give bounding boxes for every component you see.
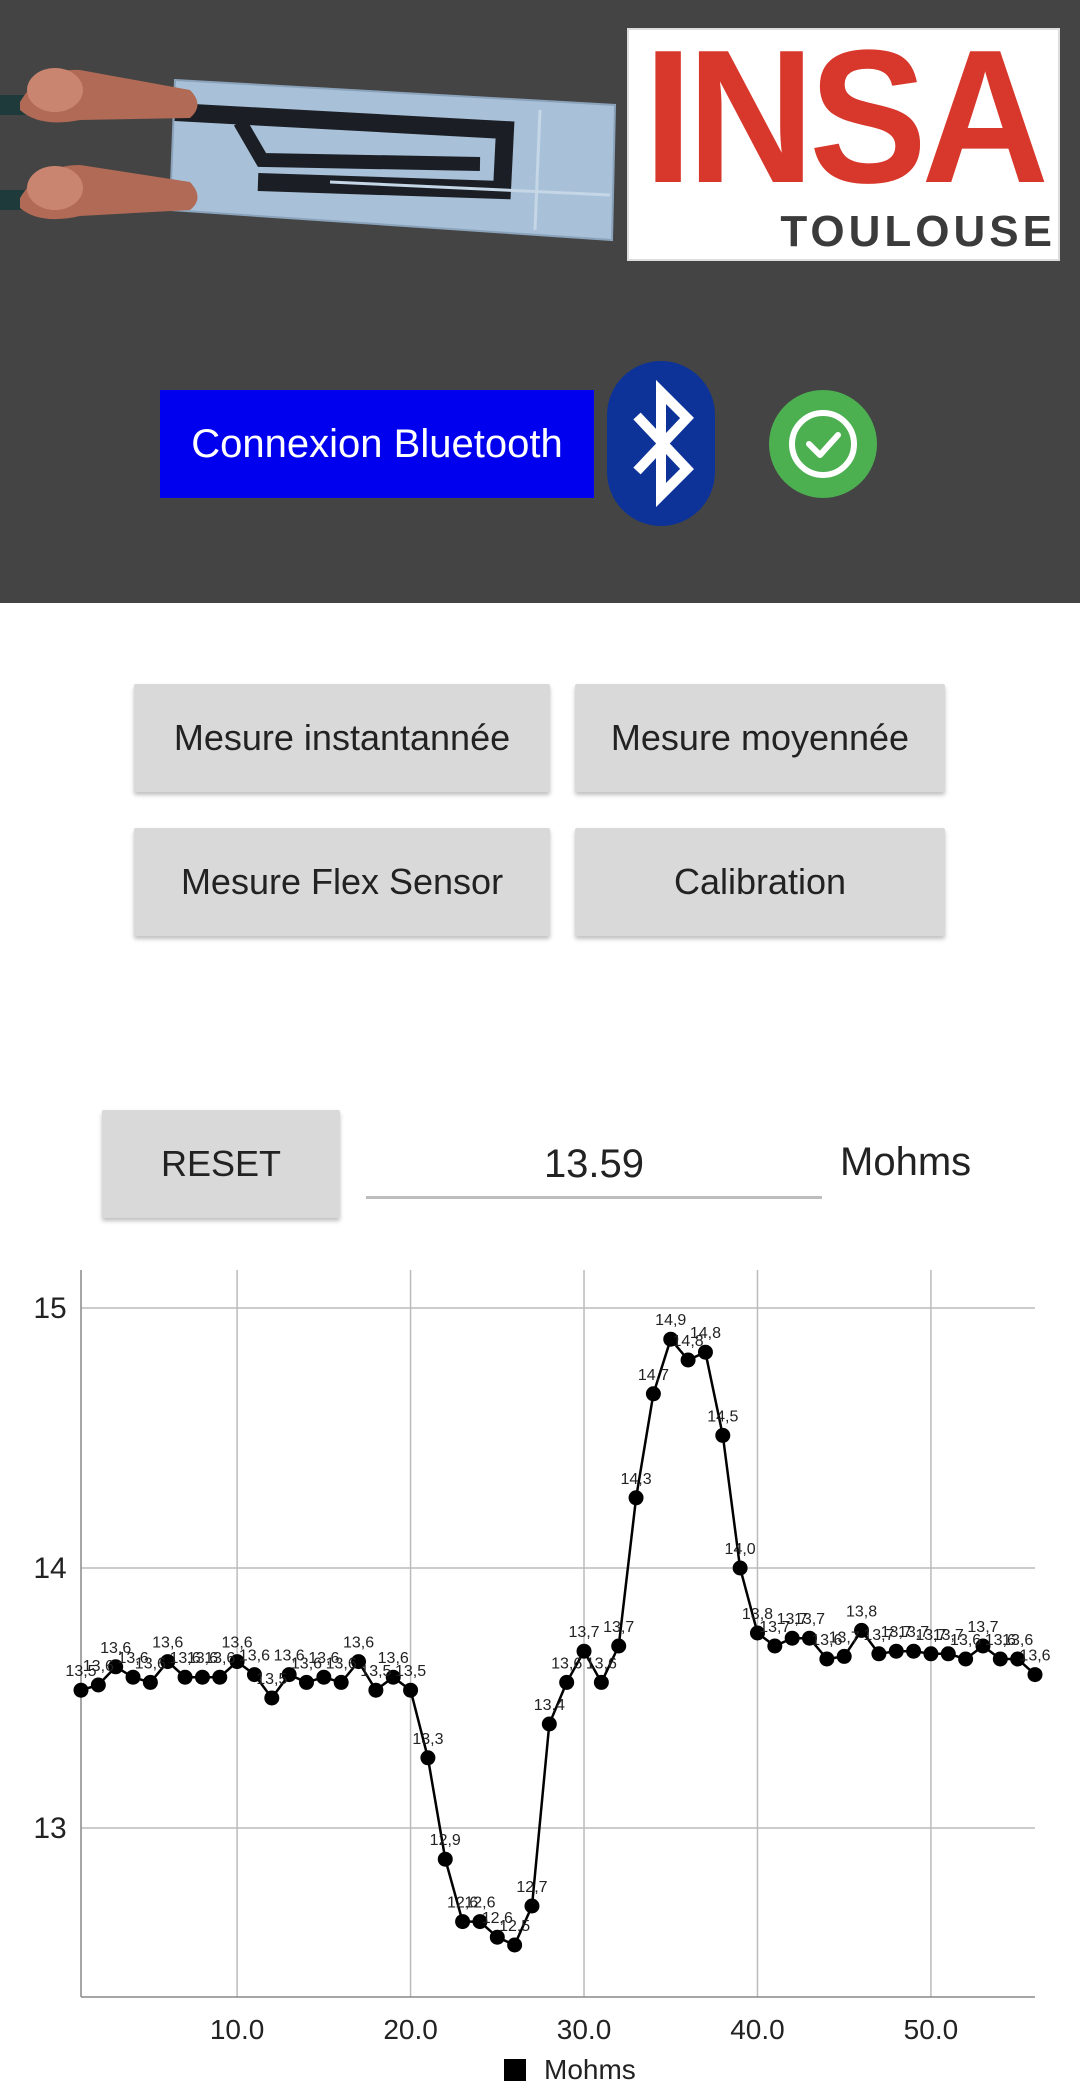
data-label: 13,6 — [1019, 1648, 1050, 1665]
data-label: 13,4 — [534, 1697, 565, 1714]
data-label: 12,9 — [430, 1832, 461, 1849]
data-point — [923, 1646, 939, 1662]
data-label: 13,6 — [152, 1635, 183, 1652]
data-label: 13,6 — [343, 1635, 374, 1652]
data-label: 13,5 — [256, 1671, 287, 1688]
x-tick-label: 30.0 — [557, 2014, 612, 2045]
data-point — [611, 1638, 627, 1654]
data-label: 14,3 — [620, 1471, 651, 1488]
data-point — [871, 1646, 887, 1662]
data-point — [593, 1674, 609, 1690]
measurement-unit: Mohms — [840, 1140, 972, 1184]
insa-logo: INSA TOULOUSE — [627, 11, 1060, 261]
data-label: 13,3 — [412, 1731, 443, 1748]
logo-subtext: TOULOUSE — [780, 207, 1056, 256]
data-point — [264, 1690, 280, 1706]
x-tick-label: 40.0 — [730, 2014, 785, 2045]
instant-measure-button[interactable]: Mesure instantannée — [134, 684, 550, 792]
calibration-button[interactable]: Calibration — [575, 828, 945, 936]
data-label: 13,7 — [829, 1629, 860, 1646]
average-measure-button[interactable]: Mesure moyennée — [575, 684, 945, 792]
data-point — [958, 1651, 974, 1667]
bluetooth-icon[interactable] — [607, 361, 715, 526]
data-point — [732, 1560, 748, 1576]
data-point — [992, 1651, 1008, 1667]
measurement-value-field[interactable]: 13.59 — [366, 1120, 822, 1199]
x-tick-label: 50.0 — [904, 2014, 959, 2045]
data-point — [767, 1638, 783, 1654]
data-point — [403, 1682, 419, 1698]
data-label: 13,6 — [586, 1655, 617, 1672]
data-label: 12,7 — [516, 1879, 547, 1896]
data-label: 12,5 — [499, 1918, 530, 1935]
data-point — [559, 1674, 575, 1690]
x-tick-label: 10.0 — [210, 2014, 265, 2045]
data-label: 13,6 — [326, 1655, 357, 1672]
data-label: 13,6 — [83, 1658, 114, 1675]
app-header: INSA TOULOUSE Connexion Bluetooth — [0, 0, 1080, 603]
data-point — [680, 1352, 696, 1368]
data-point — [455, 1914, 471, 1930]
data-point — [628, 1490, 644, 1506]
data-point — [888, 1643, 904, 1659]
bluetooth-connect-button[interactable]: Connexion Bluetooth — [160, 390, 594, 498]
data-point — [368, 1682, 384, 1698]
legend-swatch — [504, 2059, 526, 2081]
data-point — [541, 1716, 557, 1732]
data-label: 13,6 — [204, 1650, 235, 1667]
data-point — [507, 1937, 523, 1953]
data-label: 14,7 — [638, 1367, 669, 1384]
data-point — [715, 1427, 731, 1443]
data-point — [298, 1674, 314, 1690]
y-tick-label: 14 — [33, 1552, 66, 1585]
data-point — [819, 1651, 835, 1667]
data-point — [524, 1898, 540, 1914]
x-tick-label: 20.0 — [383, 2014, 438, 2045]
data-point — [142, 1674, 158, 1690]
data-point — [906, 1643, 922, 1659]
data-label: 13,7 — [794, 1611, 825, 1628]
sensor-photo — [0, 68, 617, 242]
y-tick-label: 15 — [33, 1292, 66, 1325]
reset-button[interactable]: RESET — [102, 1110, 340, 1218]
data-point — [177, 1669, 193, 1685]
resistance-line-chart: 10.0 20.0 30.0 40.0 50.013141513,513,613,613… — [33, 1270, 1051, 2085]
data-point — [73, 1682, 89, 1698]
data-label: 13,8 — [846, 1603, 877, 1620]
data-label: 13,7 — [568, 1624, 599, 1641]
data-label: 14,0 — [725, 1541, 756, 1558]
data-point — [836, 1648, 852, 1664]
legend-label: Mohms — [544, 2054, 636, 2085]
data-label: 13,6 — [135, 1655, 166, 1672]
data-label: 14,8 — [690, 1325, 721, 1342]
y-tick-label: 13 — [33, 1812, 66, 1845]
data-point — [437, 1851, 453, 1867]
data-label: 13,6 — [551, 1655, 582, 1672]
data-point — [212, 1669, 228, 1685]
data-point — [645, 1386, 661, 1402]
data-label: 13,7 — [603, 1619, 634, 1636]
connected-check-icon — [769, 390, 877, 498]
data-label: 13,5 — [395, 1663, 426, 1680]
data-point — [333, 1674, 349, 1690]
flex-sensor-button[interactable]: Mesure Flex Sensor — [134, 828, 550, 936]
logo-main-text: INSA — [643, 11, 1049, 223]
data-label: 14,5 — [707, 1408, 738, 1425]
data-point — [1027, 1667, 1043, 1683]
data-label: 13,6 — [239, 1648, 270, 1665]
data-label: 13,6 — [1002, 1632, 1033, 1649]
data-label: 12,6 — [464, 1895, 495, 1912]
data-point — [194, 1669, 210, 1685]
data-label: 14,9 — [655, 1312, 686, 1329]
data-point — [420, 1750, 436, 1766]
